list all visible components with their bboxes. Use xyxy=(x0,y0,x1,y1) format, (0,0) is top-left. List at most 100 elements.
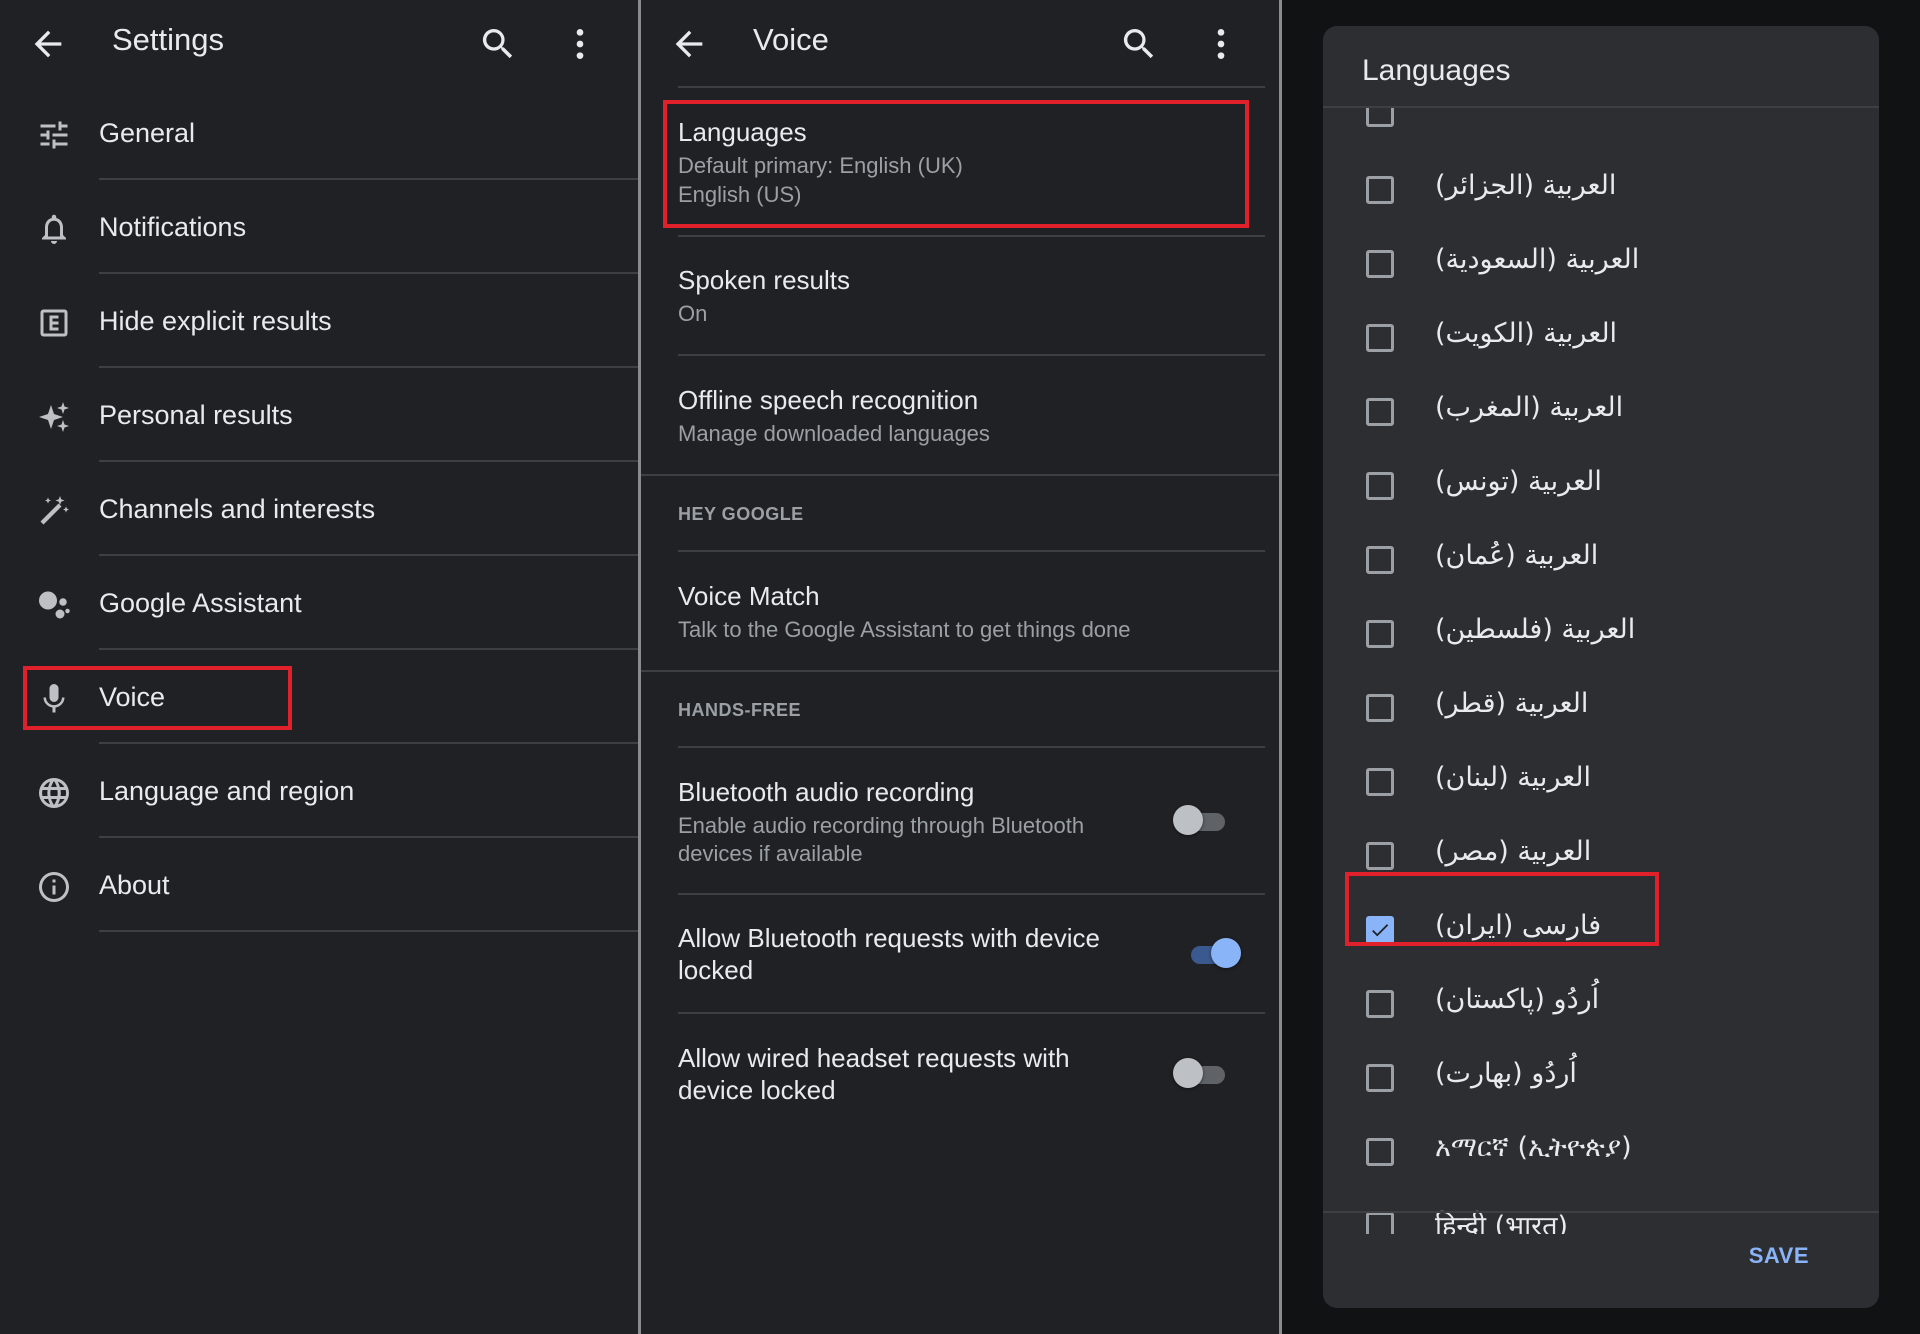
bluetooth-audio-toggle[interactable] xyxy=(1173,805,1227,835)
settings-item-general[interactable]: General xyxy=(0,86,638,180)
dialog-title: Languages xyxy=(1362,54,1511,87)
language-label: አማርኛ (ኢትዮጵያ) xyxy=(1435,1132,1632,1163)
checkbox[interactable] xyxy=(1366,1212,1394,1234)
settings-item-notifications[interactable]: Notifications xyxy=(0,180,638,274)
bell-icon xyxy=(42,214,66,244)
bluetooth-audio-setting[interactable]: Bluetooth audio recording Enable audio r… xyxy=(641,760,1279,890)
language-label: اُردُو (پاکستان) xyxy=(1435,984,1600,1015)
spoken-results-setting[interactable]: Spoken results On xyxy=(641,248,1279,348)
magic-wand-icon xyxy=(40,496,69,525)
voice-match-title: Voice Match xyxy=(678,581,820,611)
bluetooth-audio-subtitle-2: devices if available xyxy=(678,841,863,866)
language-option[interactable]: العربية (تونس) xyxy=(1323,449,1879,523)
wired-headset-setting[interactable]: Allow wired headset requests with device… xyxy=(641,1026,1279,1136)
language-option[interactable]: العربية (الكويت) xyxy=(1323,301,1879,375)
divider xyxy=(678,86,1265,88)
settings-item-language-region[interactable]: Language and region xyxy=(0,744,638,838)
more-vert-icon[interactable] xyxy=(560,24,600,64)
checkbox[interactable] xyxy=(1366,398,1394,426)
checkbox[interactable] xyxy=(1366,250,1394,278)
settings-item-hide-explicit[interactable]: Hide explicit results xyxy=(0,274,638,368)
settings-item-google-assistant[interactable]: Google Assistant xyxy=(0,556,638,650)
divider xyxy=(678,550,1265,552)
search-icon[interactable] xyxy=(478,24,518,64)
language-option[interactable]: العربية (السعودية) xyxy=(1323,227,1879,301)
settings-item-label: General xyxy=(99,118,196,148)
language-option[interactable]: اُردُو (پاکستان) xyxy=(1323,967,1879,1041)
assistant-icon xyxy=(39,591,70,619)
back-arrow-icon[interactable] xyxy=(28,24,68,64)
settings-item-label: Channels and interests xyxy=(99,494,376,524)
bluetooth-requests-setting[interactable]: Allow Bluetooth requests with device loc… xyxy=(641,906,1279,1016)
bluetooth-requests-title-1: Allow Bluetooth requests with device xyxy=(678,923,1101,953)
language-label: العربية (السعودية) xyxy=(1435,244,1640,275)
language-option-partial[interactable] xyxy=(1323,108,1879,150)
settings-item-personal-results[interactable]: Personal results xyxy=(0,368,638,462)
settings-item-label: Notifications xyxy=(99,212,247,242)
checkbox[interactable] xyxy=(1366,694,1394,722)
language-label: العربية (تونس) xyxy=(1435,466,1602,497)
language-label: العربية (فلسطين) xyxy=(1435,614,1636,645)
offline-speech-title: Offline speech recognition xyxy=(678,385,979,415)
voice-screen: Voice Languages Default primary: English… xyxy=(641,0,1279,1334)
divider xyxy=(678,746,1265,748)
page-title: Voice xyxy=(753,22,829,57)
explicit-icon xyxy=(40,309,68,337)
divider xyxy=(678,1012,1265,1014)
save-button[interactable]: SAVE xyxy=(1749,1243,1809,1269)
spoken-results-title: Spoken results xyxy=(678,265,850,295)
offline-speech-setting[interactable]: Offline speech recognition Manage downlo… xyxy=(641,368,1279,468)
settings-item-channels[interactable]: Channels and interests xyxy=(0,462,638,556)
language-option[interactable]: العربية (الجزائر) xyxy=(1323,153,1879,227)
bluetooth-audio-subtitle-1: Enable audio recording through Bluetooth xyxy=(678,813,1085,838)
voice-match-setting[interactable]: Voice Match Talk to the Google Assistant… xyxy=(641,564,1279,664)
settings-item-label: Personal results xyxy=(99,400,293,430)
divider xyxy=(678,235,1265,237)
checkbox[interactable] xyxy=(1366,842,1394,870)
divider xyxy=(641,670,1279,672)
checkbox[interactable] xyxy=(1366,546,1394,574)
highlight-box xyxy=(23,666,292,730)
settings-toolbar: Settings xyxy=(0,0,638,86)
bluetooth-requests-toggle[interactable] xyxy=(1185,938,1241,968)
checkbox[interactable] xyxy=(1366,324,1394,352)
language-option[interactable]: العربية (لبنان) xyxy=(1323,745,1879,819)
settings-item-label: Language and region xyxy=(99,776,355,806)
settings-item-label: Google Assistant xyxy=(99,588,302,618)
wired-headset-toggle[interactable] xyxy=(1173,1058,1227,1088)
checkbox[interactable] xyxy=(1366,176,1394,204)
checkbox[interactable] xyxy=(1366,472,1394,500)
language-label: العربية (مصر) xyxy=(1435,836,1592,867)
settings-item-label: Hide explicit results xyxy=(99,306,332,336)
language-label: اُردُو (بھارت) xyxy=(1435,1058,1577,1089)
search-icon[interactable] xyxy=(1119,24,1159,64)
divider xyxy=(678,354,1265,356)
language-label: العربية (الكويت) xyxy=(1435,318,1618,349)
divider xyxy=(1323,1211,1879,1213)
language-option[interactable]: العربية (قطر) xyxy=(1323,671,1879,745)
settings-screen: Settings General Notifications Hide expl… xyxy=(0,0,638,1334)
bluetooth-audio-title: Bluetooth audio recording xyxy=(678,777,975,807)
language-option[interactable]: العربية (عُمان) xyxy=(1323,523,1879,597)
settings-item-about[interactable]: About xyxy=(0,838,638,932)
checkbox[interactable] xyxy=(1366,1064,1394,1092)
language-option[interactable]: العربية (فلسطين) xyxy=(1323,597,1879,671)
language-option[interactable]: اُردُو (بھارت) xyxy=(1323,1041,1879,1115)
language-option[interactable]: አማርኛ (ኢትዮጵያ) xyxy=(1323,1115,1879,1189)
language-option[interactable]: العربية (المغرب) xyxy=(1323,375,1879,449)
more-vert-icon[interactable] xyxy=(1201,24,1241,64)
voice-match-subtitle: Talk to the Google Assistant to get thin… xyxy=(678,617,1131,642)
checkbox[interactable] xyxy=(1366,108,1394,127)
checkbox[interactable] xyxy=(1366,990,1394,1018)
languages-list[interactable]: العربية (الجزائر) العربية (السعودية) الع… xyxy=(1323,108,1879,1234)
checkbox[interactable] xyxy=(1366,1138,1394,1166)
back-arrow-icon[interactable] xyxy=(669,24,709,64)
language-label: العربية (قطر) xyxy=(1435,688,1589,719)
wired-headset-title-2: device locked xyxy=(678,1075,836,1105)
highlight-box xyxy=(663,100,1249,228)
language-label: العربية (عُمان) xyxy=(1435,540,1599,571)
language-label: العربية (المغرب) xyxy=(1435,392,1624,423)
wired-headset-title-1: Allow wired headset requests with xyxy=(678,1043,1070,1073)
checkbox[interactable] xyxy=(1366,768,1394,796)
checkbox[interactable] xyxy=(1366,620,1394,648)
